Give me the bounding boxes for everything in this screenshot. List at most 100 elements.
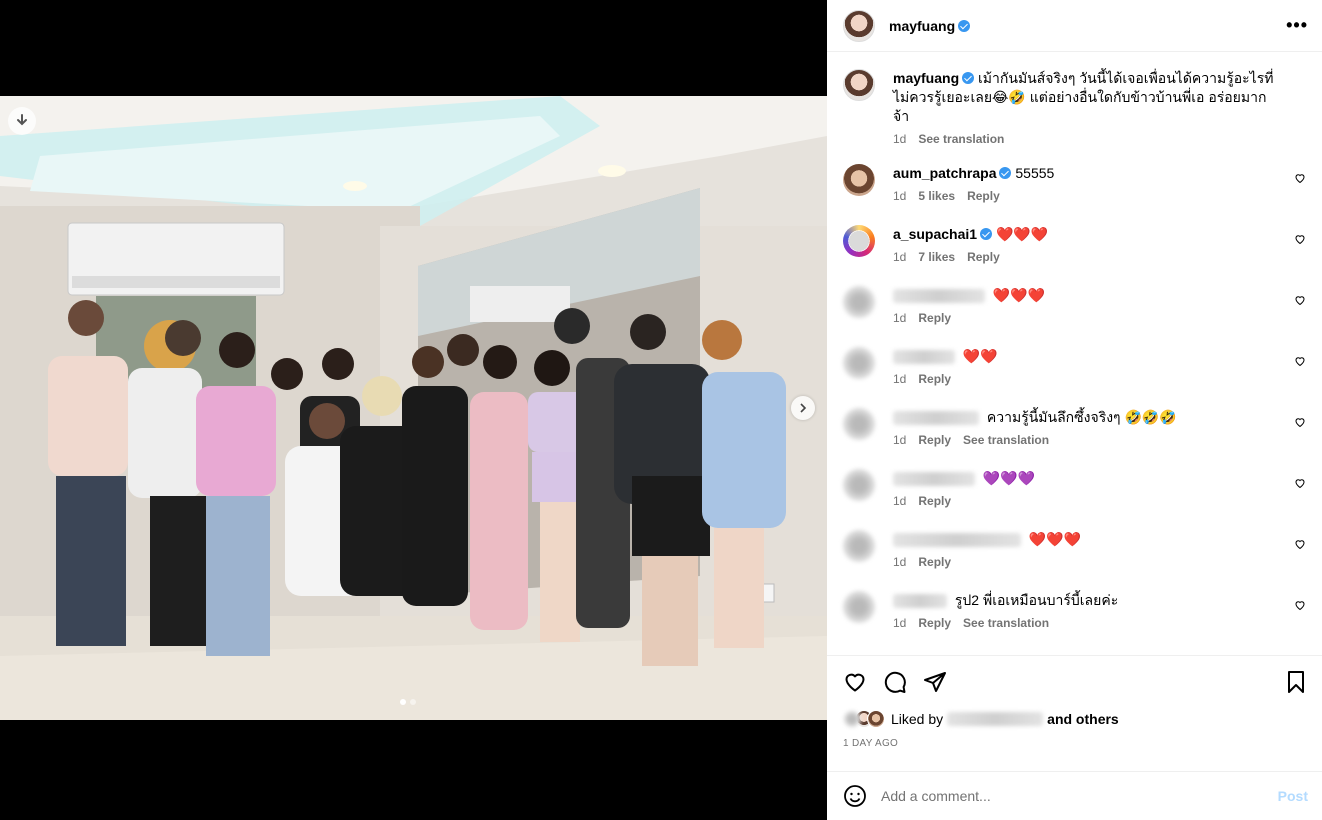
reply-button[interactable]: Reply <box>918 433 951 447</box>
verified-badge-icon <box>980 228 993 240</box>
comment-likes[interactable]: 7 likes <box>918 250 955 264</box>
carousel-next-icon[interactable] <box>791 396 815 420</box>
post-actions: Liked by and others 1 DAY AGO <box>827 655 1322 749</box>
carousel-indicator <box>400 699 416 705</box>
comment-text: ❤️❤️❤️ <box>992 287 1046 303</box>
comment-bubble-icon[interactable] <box>883 670 907 694</box>
save-bookmark-icon[interactable] <box>1284 670 1308 694</box>
carousel-dot <box>410 699 416 705</box>
verified-badge-icon <box>958 19 971 32</box>
reply-button[interactable]: Reply <box>967 250 1000 264</box>
post-header: mayfuang ••• <box>827 0 1322 52</box>
comment-time: 1d <box>893 250 907 264</box>
post-comment-button[interactable]: Post <box>1278 788 1308 804</box>
like-heart-icon[interactable] <box>843 670 867 694</box>
like-comment-heart-icon[interactable] <box>1294 477 1306 489</box>
verified-badge-icon <box>962 72 975 84</box>
liked-by-summary[interactable]: Liked by and others <box>843 710 1308 728</box>
commenter-avatar[interactable] <box>843 591 875 623</box>
comment-text: ความรู้นี้มันลึกซึ้งจริงๆ 🤣🤣🤣 <box>986 409 1177 425</box>
blurred-username[interactable] <box>893 533 1021 548</box>
comment-likes[interactable]: 5 likes <box>918 189 955 203</box>
comment-item: a_supachai1 ❤️❤️❤️ 1d 7 likes Reply <box>843 225 1306 264</box>
comment-time: 1d <box>893 555 907 569</box>
like-comment-heart-icon[interactable] <box>1294 355 1306 367</box>
commenter-username[interactable]: aum_patchrapa <box>893 165 996 181</box>
like-comment-heart-icon[interactable] <box>1294 233 1306 245</box>
more-options-icon[interactable]: ••• <box>1286 15 1308 36</box>
comment-item: ❤️❤️❤️ 1d Reply <box>843 286 1306 325</box>
blurred-username[interactable] <box>893 472 975 487</box>
add-comment-bar: Post <box>827 771 1322 820</box>
reply-button[interactable]: Reply <box>918 311 951 325</box>
comments-list[interactable]: mayfuang เม้ากันมันส์จริงๆ วันนี้ได้เจอเ… <box>827 53 1322 654</box>
comment-item: รูป2 พี่เอเหมือนบาร์บี้เลยค่ะ 1d Reply S… <box>843 591 1306 630</box>
liker-avatar <box>843 710 861 728</box>
comment-item: aum_patchrapa 55555 1d 5 likes Reply <box>843 164 1306 203</box>
comment-text: ❤️❤️❤️ <box>995 226 1049 242</box>
liker-avatar <box>867 710 885 728</box>
comment-time: 1d <box>893 372 907 386</box>
like-comment-heart-icon[interactable] <box>1294 538 1306 550</box>
comment-item: 💜💜💜 1d Reply <box>843 469 1306 508</box>
verified-badge-icon <box>999 167 1012 179</box>
caption-username[interactable]: mayfuang <box>893 70 959 86</box>
comment-time: 1d <box>893 616 907 630</box>
comment-time: 1d <box>893 189 907 203</box>
comment-time: 1d <box>893 494 907 508</box>
see-translation-link[interactable]: See translation <box>918 132 1004 146</box>
comment-text: ❤️❤️ <box>962 348 998 364</box>
commenter-avatar[interactable] <box>843 164 875 196</box>
comment-input[interactable] <box>881 788 1278 804</box>
commenter-avatar[interactable] <box>843 286 875 318</box>
reply-button[interactable]: Reply <box>918 555 951 569</box>
comment-time: 1d <box>893 311 907 325</box>
group-photo-illustration <box>0 96 827 720</box>
commenter-avatar[interactable] <box>843 530 875 562</box>
commenter-avatar[interactable] <box>843 469 875 501</box>
commenter-avatar[interactable] <box>843 225 875 257</box>
liked-by-prefix: Liked by <box>891 711 944 727</box>
like-comment-heart-icon[interactable] <box>1294 172 1306 184</box>
blurred-username[interactable] <box>893 289 985 304</box>
post-photo[interactable] <box>0 96 827 720</box>
reply-button[interactable]: Reply <box>918 372 951 386</box>
reply-button[interactable]: Reply <box>918 616 951 630</box>
see-translation-link[interactable]: See translation <box>963 433 1049 447</box>
comment-text: รูป2 พี่เอเหมือนบาร์บี้เลยค่ะ <box>954 592 1119 608</box>
author-avatar[interactable] <box>843 9 875 42</box>
comment-text: ❤️❤️❤️ <box>1028 531 1082 547</box>
comment-text: 55555 <box>1015 165 1055 181</box>
author-username[interactable]: mayfuang <box>889 18 955 34</box>
commenter-avatar[interactable] <box>843 408 875 440</box>
blurred-username[interactable] <box>893 594 947 609</box>
post-media <box>0 0 827 820</box>
post-side-panel: mayfuang ••• mayfuang เม้ากันมันส์จริงๆ … <box>827 0 1322 820</box>
emoji-smiley-icon[interactable] <box>843 784 867 808</box>
comment-item: ❤️❤️❤️ 1d Reply <box>843 530 1306 569</box>
see-translation-link[interactable]: See translation <box>963 616 1049 630</box>
commenter-avatar[interactable] <box>843 347 875 379</box>
comment-item: ความรู้นี้มันลึกซึ้งจริงๆ 🤣🤣🤣 1d Reply S… <box>843 408 1306 447</box>
carousel-dot <box>400 699 406 705</box>
caption-time: 1d <box>893 132 907 146</box>
comment-text: 💜💜💜 <box>982 470 1036 486</box>
like-comment-heart-icon[interactable] <box>1294 294 1306 306</box>
comment-item: ❤️❤️ 1d Reply <box>843 347 1306 386</box>
blurred-username[interactable] <box>893 411 979 426</box>
blurred-liker-name[interactable] <box>947 712 1044 726</box>
like-comment-heart-icon[interactable] <box>1294 416 1306 428</box>
share-send-icon[interactable] <box>923 670 947 694</box>
commenter-username[interactable]: a_supachai1 <box>893 226 977 242</box>
reply-button[interactable]: Reply <box>918 494 951 508</box>
reply-button[interactable]: Reply <box>967 189 1000 203</box>
comment-time: 1d <box>893 433 907 447</box>
author-avatar[interactable] <box>843 69 875 101</box>
liker-avatars <box>843 710 885 728</box>
like-comment-heart-icon[interactable] <box>1294 599 1306 611</box>
download-icon[interactable] <box>8 107 36 135</box>
caption: mayfuang เม้ากันมันส์จริงๆ วันนี้ได้เจอเ… <box>843 69 1306 146</box>
blurred-username[interactable] <box>893 350 955 365</box>
post-date: 1 DAY AGO <box>843 738 899 749</box>
liked-by-others[interactable]: and others <box>1047 711 1119 727</box>
